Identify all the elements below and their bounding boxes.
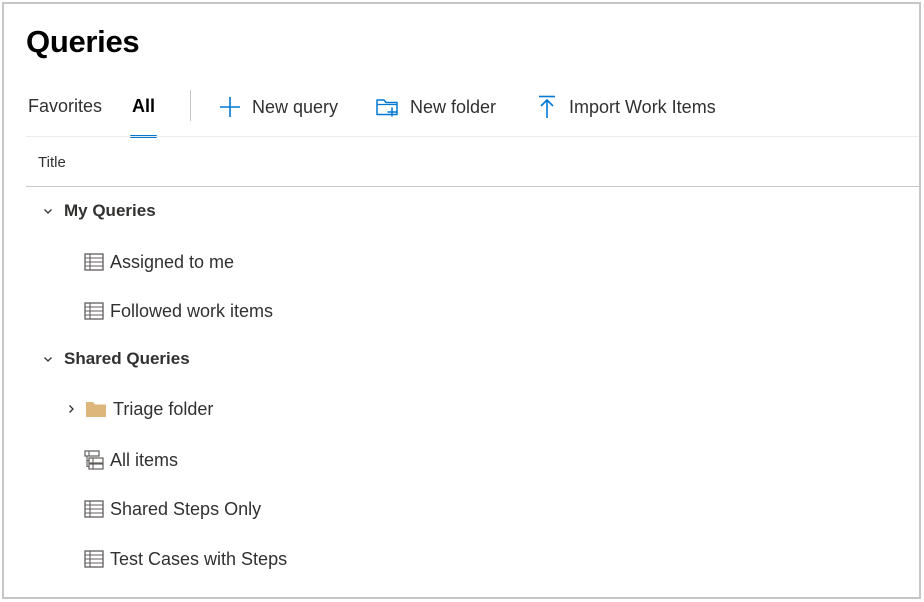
group-my-queries-label: My Queries <box>64 201 156 220</box>
query-all-items[interactable]: All items <box>26 440 919 480</box>
chevron-right-icon[interactable] <box>63 401 79 417</box>
flat-list-query-icon <box>84 252 104 272</box>
query-label: Followed work items <box>110 300 274 321</box>
toolbar-divider <box>26 136 919 137</box>
group-my-queries[interactable]: My Queries <box>26 191 919 231</box>
page-title: Queries <box>26 24 140 59</box>
toolbar-separator <box>190 90 191 121</box>
new-folder-button[interactable]: New folder <box>375 92 496 122</box>
toolbar: Favorites All New query New folder Impor… <box>4 88 919 138</box>
tree-query-icon <box>84 450 104 470</box>
queries-page: Queries Favorites All New query New fold… <box>2 2 921 599</box>
tab-all-label: All <box>132 96 156 116</box>
flat-list-query-icon <box>84 549 104 569</box>
group-shared-queries[interactable]: Shared Queries <box>26 339 919 379</box>
import-work-items-label: Import Work Items <box>569 96 716 117</box>
folder-label: Triage folder <box>113 398 214 419</box>
new-folder-label: New folder <box>410 96 497 117</box>
new-query-button[interactable]: New query <box>217 92 338 122</box>
folder-triage[interactable]: Triage folder <box>26 389 919 429</box>
column-header-title[interactable]: Title <box>38 154 66 171</box>
folder-icon <box>85 399 107 419</box>
plus-icon <box>217 94 243 120</box>
flat-list-query-icon <box>84 301 104 321</box>
new-query-label: New query <box>252 96 339 117</box>
flat-list-query-icon <box>84 499 104 519</box>
upload-arrow-icon <box>534 94 560 120</box>
query-followed-work-items[interactable]: Followed work items <box>26 291 919 331</box>
query-label: Assigned to me <box>110 251 235 272</box>
tab-favorites[interactable]: Favorites <box>28 96 102 138</box>
query-label: Shared Steps Only <box>110 498 262 519</box>
chevron-down-icon <box>40 203 56 219</box>
group-shared-queries-label: Shared Queries <box>64 349 190 368</box>
chevron-down-icon <box>40 351 56 367</box>
new-folder-icon <box>375 94 401 120</box>
tab-favorites-label: Favorites <box>28 96 103 116</box>
import-work-items-button[interactable]: Import Work Items <box>534 92 716 122</box>
header-divider <box>26 186 919 187</box>
query-test-cases-with-steps[interactable]: Test Cases with Steps <box>26 539 919 579</box>
query-label: Test Cases with Steps <box>110 548 288 569</box>
query-label: All items <box>110 449 179 470</box>
query-shared-steps-only[interactable]: Shared Steps Only <box>26 489 919 529</box>
query-assigned-to-me[interactable]: Assigned to me <box>26 242 919 282</box>
tab-all[interactable]: All <box>130 96 158 138</box>
